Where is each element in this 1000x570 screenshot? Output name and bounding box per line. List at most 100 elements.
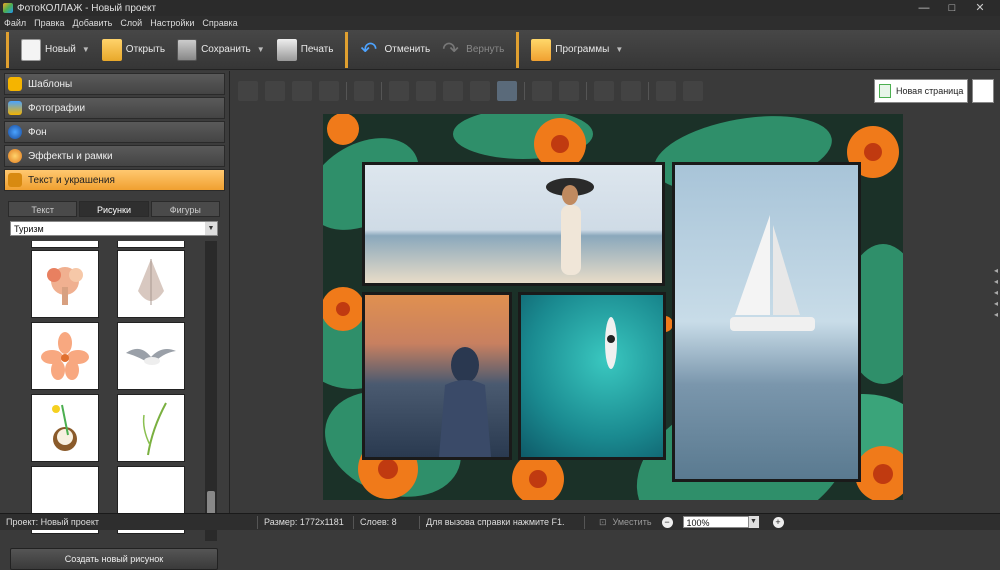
grass-icon[interactable]: [118, 395, 184, 461]
new-document-icon: [21, 38, 41, 61]
page-scroll-arrows[interactable]: ◂ ◂ ◂ ◂ ◂: [994, 265, 1000, 320]
arrow-icon[interactable]: ◂: [994, 287, 1000, 298]
flip-right-icon[interactable]: [416, 81, 436, 101]
print-button[interactable]: Печать: [271, 32, 340, 68]
redo-button[interactable]: ↷ Вернуть: [436, 32, 510, 68]
save-button[interactable]: Сохранить ▼: [171, 32, 271, 68]
arrow-icon[interactable]: ◂: [994, 298, 1000, 309]
section-label: Шаблоны: [28, 78, 73, 90]
photo-sailboat[interactable]: [672, 162, 861, 482]
redo-label: Вернуть: [466, 44, 505, 55]
menu-bar: Файл Правка Добавить Слой Настройки Спра…: [0, 16, 1000, 30]
new-page-button[interactable]: Новая страница: [874, 79, 968, 103]
flip-vertical-icon[interactable]: [470, 81, 490, 101]
delete-icon[interactable]: [532, 81, 552, 101]
tab-shapes[interactable]: Фигуры: [150, 201, 220, 217]
section-label: Текст и украшения: [28, 174, 115, 186]
chevron-down-icon[interactable]: ▼: [82, 45, 90, 54]
undo-button[interactable]: ↶ Отменить: [354, 32, 436, 68]
section-text-decorations[interactable]: Текст и украшения: [4, 169, 225, 191]
silhouette-figure: [439, 347, 491, 457]
arrow-icon[interactable]: ◂: [994, 276, 1000, 287]
bring-forward-icon[interactable]: [265, 81, 285, 101]
align-icon[interactable]: [354, 81, 374, 101]
magic-wand-icon[interactable]: [621, 81, 641, 101]
minimize-button[interactable]: —: [910, 0, 938, 16]
programs-button[interactable]: Программы ▼: [525, 32, 629, 68]
left-panel: Шаблоны Фотографии Фон Эффекты и рамки Т…: [0, 71, 230, 570]
gallery-item[interactable]: [118, 241, 184, 247]
new-button[interactable]: Новый ▼: [15, 32, 96, 68]
menu-help[interactable]: Справка: [202, 18, 237, 28]
chevron-down-icon[interactable]: ▼: [205, 222, 217, 235]
section-background[interactable]: Фон: [4, 121, 225, 143]
section-templates[interactable]: Шаблоны: [4, 73, 225, 95]
flip-left-icon[interactable]: [389, 81, 409, 101]
text-t-icon: [8, 173, 22, 187]
gallery-scrollbar[interactable]: [205, 241, 217, 541]
arrow-icon[interactable]: ◂: [994, 309, 1000, 320]
section-photos[interactable]: Фотографии: [4, 97, 225, 119]
close-button[interactable]: ✕: [966, 0, 994, 16]
cocktail-icon[interactable]: [32, 395, 98, 461]
flip-horizontal-icon[interactable]: [443, 81, 463, 101]
menu-layer[interactable]: Слой: [120, 18, 142, 28]
new-label: Новый: [45, 44, 76, 55]
star-icon: [8, 77, 22, 91]
photo-beach-woman[interactable]: [362, 162, 665, 286]
print-label: Печать: [300, 44, 334, 55]
photo-sunset-silhouette[interactable]: [362, 292, 512, 460]
subtabs: Текст Рисунки Фигуры: [8, 201, 222, 217]
sailboat-figure: [730, 215, 815, 331]
gallery-item[interactable]: [32, 241, 98, 247]
collage-canvas[interactable]: [323, 114, 903, 500]
open-label: Открыть: [125, 44, 166, 55]
redo-arrow-icon: ↷: [442, 38, 459, 61]
section-label: Фотографии: [28, 102, 86, 114]
tab-pictures[interactable]: Рисунки: [79, 201, 149, 217]
chevron-down-icon[interactable]: ▼: [748, 516, 759, 528]
fit-icon[interactable]: ⊡: [599, 517, 607, 528]
color-effects-icon[interactable]: [594, 81, 614, 101]
seagull-icon[interactable]: [118, 323, 184, 389]
tab-text[interactable]: Текст: [8, 201, 78, 217]
create-picture-button[interactable]: Создать новый рисунок: [10, 548, 218, 570]
zoom-out-button[interactable]: −: [661, 516, 673, 528]
category-value: Туризм: [14, 223, 44, 234]
image-frame-icon[interactable]: [497, 81, 517, 101]
new-page-icon: [879, 84, 891, 98]
maximize-button[interactable]: □: [938, 0, 966, 16]
send-backward-icon[interactable]: [292, 81, 312, 101]
section-effects[interactable]: Эффекты и рамки: [4, 145, 225, 167]
chevron-down-icon[interactable]: ▼: [257, 45, 265, 54]
flower-icon[interactable]: [32, 323, 98, 389]
menu-edit[interactable]: Правка: [34, 18, 64, 28]
open-button[interactable]: Открыть: [96, 32, 171, 68]
palette-icon: [8, 149, 22, 163]
lock-icon[interactable]: [683, 81, 703, 101]
seashell-icon[interactable]: [118, 251, 184, 317]
photo-kayak[interactable]: [518, 292, 666, 460]
coral-icon[interactable]: [32, 251, 98, 317]
zoom-in-button[interactable]: +: [772, 516, 784, 528]
kayak-figure: [605, 317, 617, 369]
toolbar-separator: [524, 82, 525, 100]
window-title: ФотоКОЛЛАЖ - Новый проект: [17, 2, 157, 14]
zoom-input[interactable]: 100%: [682, 516, 749, 528]
menu-add[interactable]: Добавить: [73, 18, 113, 28]
gear-icon[interactable]: [656, 81, 676, 101]
category-select[interactable]: Туризм ▼: [10, 221, 218, 236]
menu-settings[interactable]: Настройки: [150, 18, 194, 28]
crop-icon[interactable]: [559, 81, 579, 101]
status-help: Для вызова справки нажмите F1.: [420, 515, 585, 529]
page-settings-button[interactable]: [972, 79, 994, 103]
status-layers: Слоев: 8: [354, 515, 420, 529]
floppy-disk-icon: [177, 38, 198, 61]
bring-front-icon[interactable]: [238, 81, 258, 101]
toolbar-separator: [586, 82, 587, 100]
fit-button[interactable]: Уместить: [613, 517, 652, 527]
chevron-down-icon[interactable]: ▼: [615, 45, 623, 54]
menu-file[interactable]: Файл: [4, 18, 26, 28]
send-back-icon[interactable]: [319, 81, 339, 101]
arrow-icon[interactable]: ◂: [994, 265, 1000, 276]
